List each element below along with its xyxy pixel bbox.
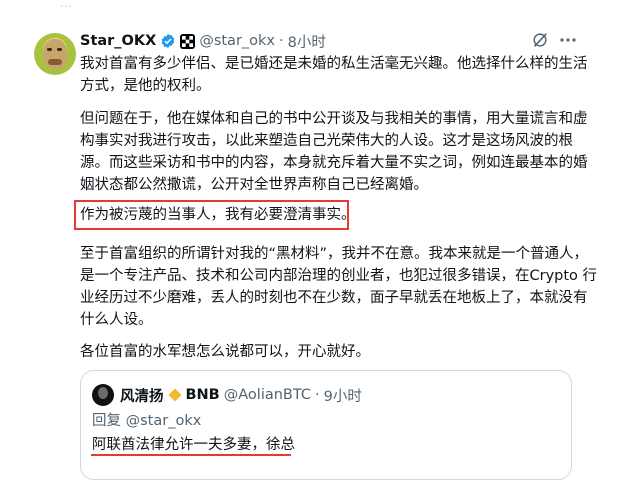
quoted-post[interactable]: 风清扬 BNB @AolianBTC · 9小时 回复 @star_okx 阿联…: [80, 370, 572, 480]
reply-mention[interactable]: @star_okx: [126, 413, 202, 429]
author-name[interactable]: Star_OKX: [80, 33, 156, 49]
quote-author-name: 风清扬: [120, 388, 164, 405]
separator-dot: ·: [279, 33, 284, 49]
quote-author-handle: @AolianBTC: [223, 387, 311, 403]
reply-context: 回复 @star_okx: [92, 409, 201, 430]
reply-prefix: 回复: [92, 413, 121, 429]
post-paragraph-5: 各位首富的水军想怎么说都可以，开心就好。: [80, 344, 370, 360]
quote-time: 9小时: [323, 388, 362, 405]
post-time[interactable]: 8小时: [288, 31, 326, 52]
avatar[interactable]: [34, 33, 76, 75]
quote-header: 风清扬 BNB @AolianBTC · 9小时: [120, 384, 362, 406]
post-header: Star_OKX @star_okx · 8小时: [80, 31, 326, 51]
author-handle[interactable]: @star_okx: [199, 33, 275, 49]
quote-underline: [91, 454, 291, 456]
quote-separator-dot: ·: [315, 387, 320, 403]
previous-post-fragment: ...: [60, 0, 72, 10]
quote-badge-text: BNB: [185, 387, 220, 403]
post-paragraph-4: 至于首富组织的所谓针对我的“黑材料”，我并不在意。我本来就是一个普通人，是一个专…: [80, 246, 598, 328]
quote-avatar: [92, 384, 114, 406]
grok-icon[interactable]: [531, 31, 549, 49]
more-options-icon[interactable]: [560, 38, 576, 42]
post-paragraph-2: 但问题在于，他在媒体和自己的书中公开谈及与我相关的事情，用大量谎言和虚构事实对我…: [80, 111, 588, 193]
post-paragraph-1: 我对首富有多少伴侣、是已婚还是未婚的私生活毫无兴趣。他选择什么样的生活方式，是他…: [80, 56, 588, 94]
post-paragraph-3: 作为被污蔑的当事人，我有必要澄清事实。: [80, 207, 356, 223]
quote-text: 阿联酋法律允许一夫多妻，徐总: [92, 437, 295, 453]
bnb-diamond-icon: [168, 388, 181, 402]
okx-logo-icon: [180, 33, 196, 49]
verified-badge-icon: [161, 34, 175, 48]
